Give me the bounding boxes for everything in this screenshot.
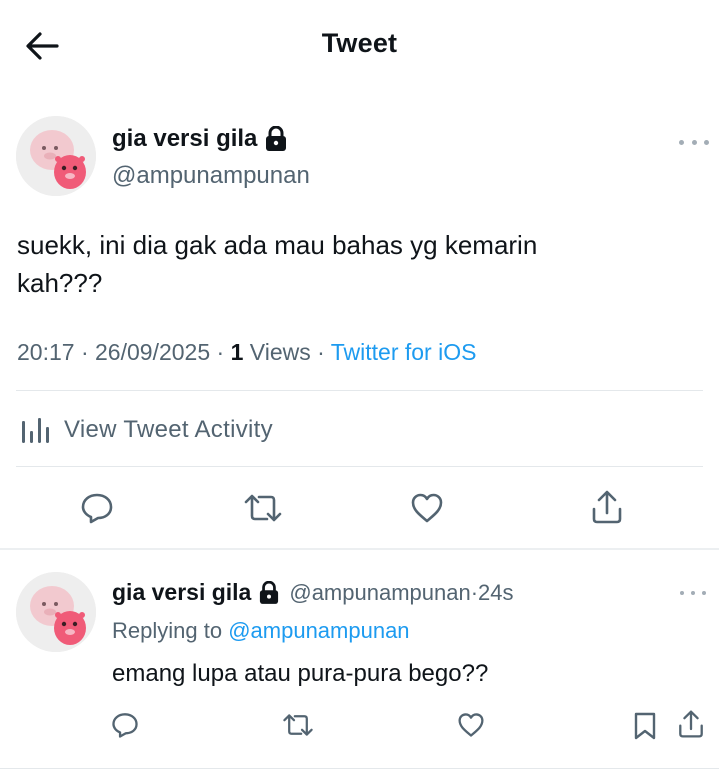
reply-timestamp[interactable]: 24s (478, 580, 513, 606)
author-handle[interactable]: @ampunampunan (112, 162, 310, 190)
author-name-row: gia versi gila (112, 125, 287, 153)
retweet-button[interactable] (280, 708, 316, 742)
tweet-text: suekk, ini dia gak ada mau bahas yg kema… (17, 226, 697, 302)
tweet-meta: 20:17 · 26/09/2025 · 1 Views · Twitter f… (17, 339, 477, 365)
views-count: 1 (230, 339, 244, 365)
reply-button[interactable] (108, 708, 142, 742)
avatar[interactable] (16, 572, 96, 652)
reply-text: emang lupa atau pura-pura bego?? (112, 660, 489, 687)
views-label: Views (249, 339, 311, 365)
like-button[interactable] (454, 708, 488, 742)
more-icon-dot (704, 139, 709, 145)
heart-icon (411, 493, 443, 523)
lock-icon (260, 580, 279, 604)
analytics-icon (22, 418, 49, 443)
avatar[interactable] (16, 116, 96, 196)
divider (16, 390, 703, 391)
reply-button[interactable] (76, 488, 118, 528)
more-icon-dot (691, 139, 697, 145)
share-button[interactable] (586, 486, 628, 528)
bookmark-button[interactable] (630, 708, 660, 744)
divider (16, 466, 703, 467)
section-divider (0, 548, 719, 550)
more-icon-dot (691, 591, 695, 595)
lock-icon (266, 126, 287, 151)
avatar-image (16, 572, 96, 652)
heart-icon (458, 713, 484, 737)
bookmark-icon (634, 712, 656, 740)
like-button[interactable] (406, 488, 448, 528)
activity-label: View Tweet Activity (64, 416, 273, 443)
share-icon (679, 710, 703, 738)
more-options-button[interactable] (679, 134, 709, 150)
share-button[interactable] (674, 706, 708, 742)
more-icon-dot (679, 139, 684, 145)
display-name[interactable]: gia versi gila (112, 125, 257, 153)
more-icon-dot (702, 591, 706, 595)
more-icon-dot (680, 591, 684, 595)
top-bar: Tweet (0, 0, 719, 90)
source-link[interactable]: Twitter for iOS (331, 339, 477, 365)
reply-icon (112, 713, 138, 738)
display-name[interactable]: gia versi gila (112, 579, 251, 606)
reply-icon (81, 493, 113, 524)
tweet-time: 20:17 (17, 339, 75, 365)
retweet-icon (283, 714, 313, 736)
divider (0, 768, 719, 769)
more-options-button[interactable] (680, 585, 706, 601)
replying-label: Replying to (112, 618, 223, 643)
tweet-date: 26/09/2025 (95, 339, 211, 365)
retweet-button[interactable] (240, 488, 286, 528)
reply-author-row: gia versi gila @ampunampunan · 24s (112, 579, 514, 606)
page-title: Tweet (321, 28, 398, 58)
view-tweet-activity-button[interactable]: View Tweet Activity (20, 410, 273, 450)
share-icon (592, 490, 622, 524)
tweet-text-line: suekk, ini dia gak ada mau bahas yg kema… (17, 230, 538, 260)
replying-to: Replying to @ampunampunan (112, 618, 410, 644)
retweet-icon (244, 494, 282, 522)
author-handle[interactable]: @ampunampunan (289, 580, 470, 606)
tweet-text-line: kah??? (17, 268, 103, 298)
avatar-image (16, 116, 96, 196)
replying-to-link[interactable]: @ampunampunan (228, 618, 409, 643)
